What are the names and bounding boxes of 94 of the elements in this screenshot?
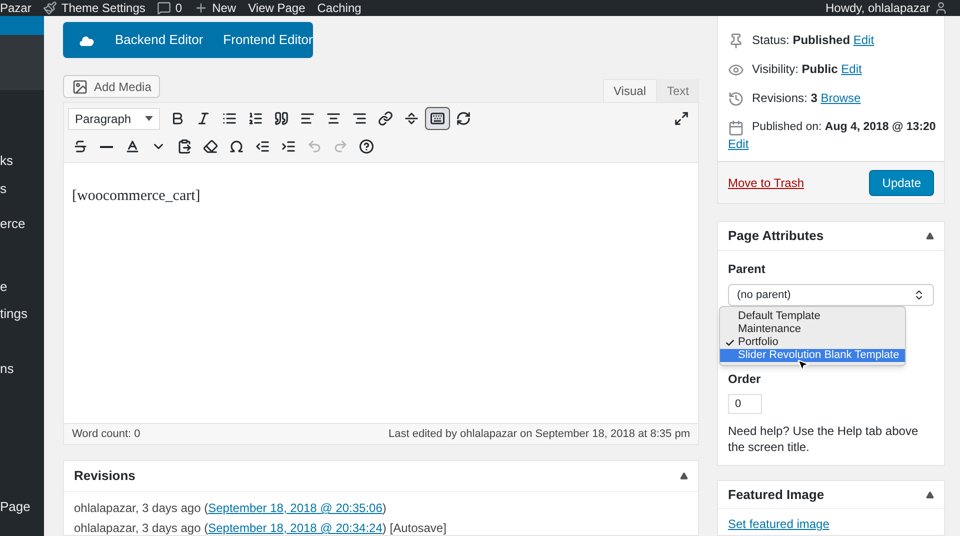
editor-tab[interactable]: Visual: [602, 79, 657, 102]
undo-icon: [307, 139, 322, 154]
admin-bar-link[interactable]: Caching: [317, 0, 362, 16]
sidebar-item[interactable]: Page: [0, 498, 44, 515]
publish-link[interactable]: Edit: [841, 62, 862, 76]
editor-mode-button[interactable]: Frontend Editor: [223, 30, 313, 50]
link-icon: [378, 111, 393, 126]
eye-icon: [728, 62, 744, 78]
trash-link[interactable]: Move to Trash: [728, 174, 804, 192]
publish-detail: Visibility: Public Edit: [752, 61, 862, 77]
template-option[interactable]: Portfolio: [720, 336, 905, 349]
parent-select[interactable]: (no parent): [728, 284, 934, 306]
italic-icon: [196, 111, 211, 126]
select-arrows-icon: [913, 289, 925, 301]
template-option[interactable]: Default Template: [720, 310, 905, 323]
sidebar-active-item: [0, 16, 44, 35]
revision-entry: ohlalapazar, 3 days ago (September 18, 2018 @ 20:35:06): [74, 501, 388, 515]
collapse-icon: [926, 232, 934, 240]
publish-detail: Published on: Aug 4, 2018 @ 13:20: [752, 120, 936, 135]
sidebar-submenu: [0, 35, 44, 90]
paste-text-icon: [177, 139, 192, 154]
sidebar-item[interactable]: erce: [0, 215, 44, 232]
sidebar-item[interactable]: tings: [0, 305, 44, 322]
indent-icon: [281, 139, 296, 154]
set-featured-image-link[interactable]: Set featured image: [718, 509, 944, 533]
add-media-button[interactable]: Add Media: [63, 75, 160, 98]
plus-icon: [194, 1, 208, 15]
refresh-icon: [456, 111, 471, 126]
outdent-icon: [255, 139, 270, 154]
comment-icon: [157, 1, 172, 15]
pin-icon: [728, 33, 744, 49]
panel-title: Revisions: [74, 467, 136, 486]
publish-detail: Status: Published Edit: [752, 32, 874, 48]
sidebar-item[interactable]: ns: [0, 360, 44, 377]
check-icon: [725, 338, 735, 348]
admin-bar-link[interactable]: 0: [157, 0, 182, 16]
collapse-icon: [926, 490, 934, 498]
panel-title: Featured Image: [728, 486, 824, 504]
collapse-icon: [680, 472, 688, 480]
align-right-icon: [352, 111, 367, 126]
revision-link[interactable]: September 18, 2018 @ 20:34:24: [208, 521, 382, 535]
admin-bar-link[interactable]: New: [194, 0, 236, 16]
format-select[interactable]: Paragraph: [68, 108, 160, 130]
bold-icon: [170, 111, 185, 126]
quote-icon: [274, 111, 289, 126]
text-color-icon: [125, 139, 140, 154]
bullet-list-icon: [222, 111, 237, 126]
admin-bar-link[interactable]: View Page: [248, 0, 306, 16]
panel-title: Page Attributes: [728, 227, 824, 246]
publish-link[interactable]: Edit: [728, 136, 934, 152]
horizontal-line-icon: [100, 146, 113, 148]
calendar-icon: [728, 120, 744, 136]
update-button[interactable]: Update: [869, 170, 934, 196]
editor-content-area[interactable]: [woocommerce_cart]: [63, 163, 699, 423]
sidebar-item[interactable]: s: [0, 180, 44, 197]
editor-mode-button[interactable]: Backend Editor: [115, 30, 204, 50]
publish-link[interactable]: Browse: [820, 91, 861, 105]
last-edited-text: Last edited by ohlalapazar on September 18, 2018 at 8:35 pm: [388, 426, 690, 442]
editor-tab[interactable]: Text: [656, 79, 699, 102]
media-icon: [72, 78, 88, 94]
field-label: Parent: [728, 261, 766, 278]
toolbar-toggle-button[interactable]: [425, 107, 450, 130]
sidebar-item[interactable]: ks: [0, 152, 44, 169]
read-more-icon: [404, 111, 419, 126]
cloud-icon: [79, 34, 95, 46]
field-label: Order: [728, 371, 762, 388]
template-option[interactable]: Maintenance: [720, 323, 905, 336]
word-count: Word count: 0: [72, 426, 140, 442]
numbered-list-icon: [248, 111, 263, 126]
admin-bar-link[interactable]: Pazar: [0, 0, 32, 16]
strikethrough-icon: [73, 139, 88, 154]
toolbar-toggle-icon: [430, 111, 445, 126]
help-icon: [359, 139, 374, 154]
avatar-icon: [934, 1, 948, 15]
revision-link[interactable]: September 18, 2018 @ 20:35:06: [208, 501, 382, 515]
align-left-icon: [300, 111, 315, 126]
align-center-icon: [326, 111, 341, 126]
publish-detail: Revisions: 3 Browse: [752, 90, 861, 106]
redo-icon: [333, 139, 348, 154]
publish-link[interactable]: Edit: [853, 33, 874, 47]
help-text: Need help? Use the Help tab above the screen title.: [728, 423, 920, 455]
editor-text: [woocommerce_cart]: [72, 187, 202, 206]
fullscreen-icon: [674, 111, 689, 126]
sidebar-item[interactable]: e: [0, 278, 44, 295]
mouse-pointer-icon: [796, 358, 810, 372]
history-icon: [728, 91, 744, 107]
caret-icon: [145, 116, 153, 121]
account-link[interactable]: Howdy, ohlalapazar: [825, 0, 930, 16]
admin-bar-link[interactable]: Theme Settings: [43, 0, 146, 16]
brush-icon: [43, 1, 58, 15]
order-field[interactable]: 0: [728, 394, 762, 414]
revision-entry: ohlalapazar, 3 days ago (September 18, 2018 @ 20:34:24) [Autosave]: [74, 521, 448, 535]
clear-formatting-icon: [203, 139, 218, 154]
special-character-icon: [229, 139, 244, 154]
